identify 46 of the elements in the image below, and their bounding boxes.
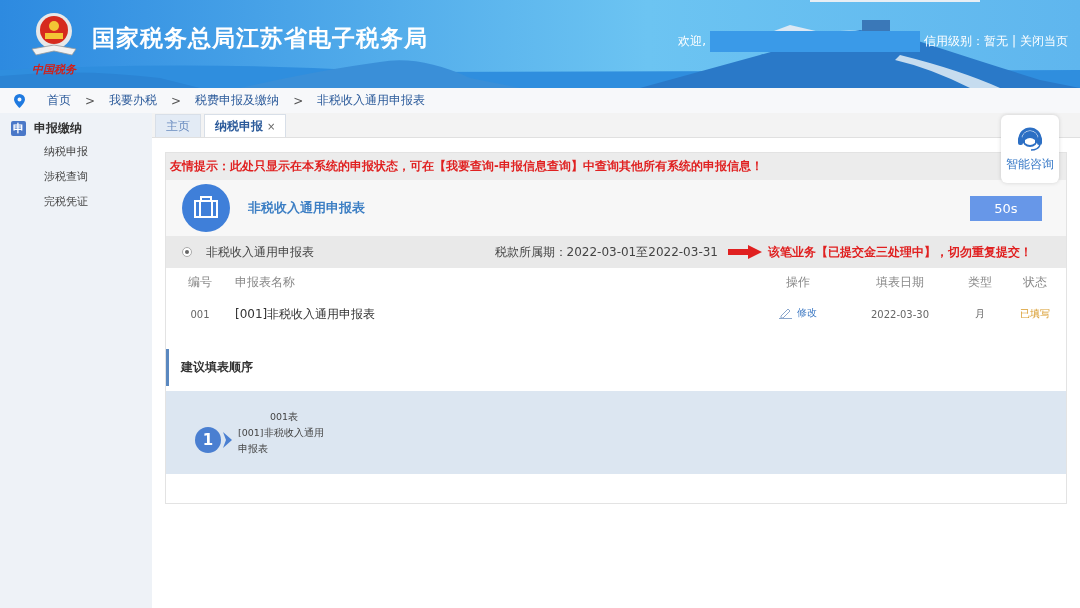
step-code: 001表 (268, 409, 300, 424)
arrow-icon (728, 245, 762, 259)
headset-icon (1016, 125, 1044, 153)
site-title: 国家税务总局江苏省电子税务局 (92, 23, 428, 53)
column-header: 操作 (785, 273, 811, 291)
tax-period: 税款所属期：2022-03-01至2022-03-31 (494, 243, 718, 261)
column-header: 状态 (1022, 273, 1048, 291)
breadcrumb-link[interactable]: 税费申报及缴纳 (195, 92, 280, 109)
menu-icon: 申 (11, 120, 26, 136)
tab[interactable]: 纳税申报 × (204, 114, 287, 137)
edit-link[interactable]: 修改 (779, 305, 817, 320)
status-text: 已填写 (1019, 307, 1051, 321)
sidebar-item[interactable]: 纳税申报 (0, 139, 152, 164)
pencil-icon (779, 306, 792, 320)
column-header: 填表日期 (875, 273, 925, 291)
section-heading: 建议填表顺序 (166, 349, 1066, 386)
separator-text: | (1011, 34, 1016, 48)
welcome-text: 欢迎, (678, 32, 706, 50)
breadcrumb-link[interactable]: 我要办税 (109, 92, 158, 109)
table-cell-text: 2022-03-30 (869, 307, 931, 322)
sidebar-item[interactable]: 涉税查询 (0, 164, 152, 189)
column-header: 申报表名称 (234, 273, 296, 291)
breadcrumb-link[interactable]: 非税收入通用申报表 (317, 92, 426, 109)
form-name: 非税收入通用申报表 (206, 243, 314, 261)
column-header: 编号 (187, 273, 213, 291)
table-cell-text: 月 (974, 307, 986, 321)
credit-level: 信用级别：暂无 (923, 32, 1008, 50)
form-title: 非税收入通用申报表 (248, 199, 365, 217)
step-number: 1 (195, 426, 221, 453)
table-cell-text: 001 (189, 307, 211, 322)
smart-consult-button[interactable]: 智能咨询 (1001, 115, 1059, 183)
breadcrumb-separator: > (171, 93, 182, 108)
warning-text: 该笔业务【已提交金三处理中】，切勿重复提交！ (768, 243, 1032, 261)
table-cell-text: [001]非税收入通用申报表 (234, 305, 377, 323)
logo-text: 中国税务 (32, 62, 76, 77)
breadcrumb-separator: > (293, 93, 304, 108)
sidebar-item[interactable]: 完税凭证 (0, 189, 152, 214)
step-name: [001]非税收入通用申报表 (238, 425, 325, 456)
briefcase-icon (182, 184, 230, 232)
breadcrumb-link[interactable]: 首页 (47, 92, 71, 109)
chevron-icon (223, 431, 232, 448)
sidebar-heading: 申报缴纳 (34, 119, 82, 137)
location-pin-icon (14, 93, 25, 108)
radio-button[interactable] (182, 247, 192, 257)
breadcrumb-separator: > (85, 93, 96, 108)
column-header: 类型 (967, 273, 993, 291)
